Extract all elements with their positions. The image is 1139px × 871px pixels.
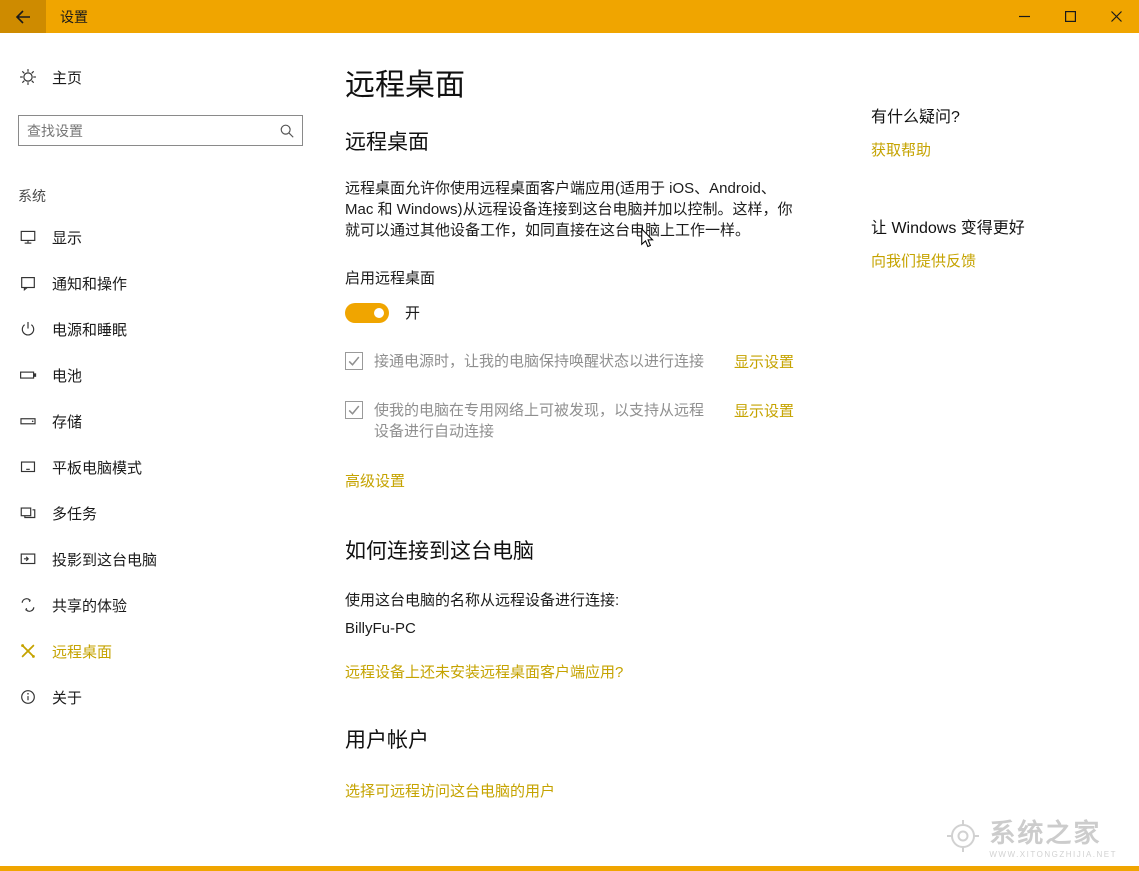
- sidebar-item-label: 显示: [52, 227, 82, 248]
- select-users-link[interactable]: 选择可远程访问这台电脑的用户: [345, 780, 555, 801]
- keep-awake-show-settings-link[interactable]: 显示设置: [734, 351, 794, 372]
- remote-desktop-icon: [18, 642, 38, 660]
- section-user-accounts-title: 用户帐户: [345, 724, 851, 754]
- help-question-title: 有什么疑问?: [871, 103, 1139, 127]
- project-icon: [18, 550, 38, 568]
- notifications-icon: [18, 274, 38, 292]
- remote-desktop-description: 远程桌面允许你使用远程桌面客户端应用(适用于 iOS、Android、Mac 和…: [345, 178, 803, 241]
- discoverable-show-settings-link[interactable]: 显示设置: [734, 400, 794, 421]
- sidebar-item-storage[interactable]: 存储: [0, 398, 320, 444]
- window-title: 设置: [60, 0, 88, 33]
- titlebar: 设置: [0, 0, 1139, 33]
- back-arrow-icon: [15, 10, 31, 24]
- close-icon: [1111, 11, 1122, 22]
- back-button[interactable]: [0, 0, 46, 33]
- power-icon: [18, 320, 38, 338]
- settings-sidebar: 主页 系统 显示: [0, 33, 320, 866]
- page-title: 远程桌面: [345, 60, 851, 104]
- sidebar-item-label: 存储: [52, 411, 82, 432]
- sidebar-item-about[interactable]: 关于: [0, 674, 320, 720]
- check-icon: [347, 354, 361, 368]
- discoverable-row: 使我的电脑在专用网络上可被发现，以支持从远程设备进行自动连接 显示设置: [345, 400, 851, 442]
- sidebar-item-label: 投影到这台电脑: [52, 549, 157, 570]
- sidebar-section-label: 系统: [18, 186, 320, 206]
- sidebar-item-label: 平板电脑模式: [52, 457, 142, 478]
- toggle-row: 开: [345, 302, 851, 323]
- main-content: 远程桌面 远程桌面 远程桌面允许你使用远程桌面客户端应用(适用于 iOS、And…: [320, 33, 871, 866]
- sidebar-item-label: 多任务: [52, 503, 97, 524]
- sidebar-item-label: 电源和睡眠: [52, 319, 127, 340]
- enable-remote-desktop-label: 启用远程桌面: [345, 267, 851, 288]
- watermark-subtitle: WWW.XITONGZHIJIA.NET: [989, 850, 1117, 859]
- sidebar-item-remote-desktop[interactable]: 远程桌面: [0, 628, 320, 674]
- display-icon: [18, 228, 38, 246]
- toggle-state-label: 开: [405, 302, 420, 323]
- section-remote-desktop-title: 远程桌面: [345, 126, 851, 156]
- watermark-logo-icon: [945, 818, 981, 854]
- sidebar-item-home[interactable]: 主页: [0, 57, 320, 97]
- tablet-mode-icon: [18, 458, 38, 476]
- sidebar-item-multitasking[interactable]: 多任务: [0, 490, 320, 536]
- sidebar-item-projecting[interactable]: 投影到这台电脑: [0, 536, 320, 582]
- help-column: 有什么疑问? 获取帮助 让 Windows 变得更好 向我们提供反馈: [871, 33, 1139, 866]
- minimize-icon: [1019, 11, 1030, 22]
- sidebar-nav: 显示 通知和操作 电源和睡眠: [0, 214, 320, 720]
- remote-desktop-toggle[interactable]: [345, 303, 389, 323]
- battery-icon: [18, 366, 38, 384]
- maximize-icon: [1065, 11, 1076, 22]
- gear-icon: [18, 68, 38, 86]
- give-feedback-link[interactable]: 向我们提供反馈: [871, 250, 1139, 271]
- sidebar-item-label: 关于: [52, 687, 82, 708]
- bottom-accent-strip: [0, 866, 1139, 871]
- window-content: 主页 系统 显示: [0, 33, 1139, 866]
- check-icon: [347, 403, 361, 417]
- watermark: 系统之家 WWW.XITONGZHIJIA.NET: [945, 813, 1117, 859]
- discoverable-checkbox[interactable]: [345, 401, 363, 419]
- maximize-button[interactable]: [1047, 0, 1093, 33]
- search-input[interactable]: [19, 123, 272, 139]
- get-help-link[interactable]: 获取帮助: [871, 139, 1139, 160]
- toggle-knob: [374, 308, 384, 318]
- sidebar-item-battery[interactable]: 电池: [0, 352, 320, 398]
- remote-client-app-link[interactable]: 远程设备上还未安装远程桌面客户端应用?: [345, 661, 623, 682]
- keep-awake-label: 接通电源时，让我的电脑保持唤醒状态以进行连接: [374, 351, 706, 372]
- sidebar-item-label: 通知和操作: [52, 273, 127, 294]
- minimize-button[interactable]: [1001, 0, 1047, 33]
- connect-instruction: 使用这台电脑的名称从远程设备进行连接:: [345, 589, 851, 610]
- advanced-settings-link[interactable]: 高级设置: [345, 470, 405, 491]
- discoverable-label: 使我的电脑在专用网络上可被发现，以支持从远程设备进行自动连接: [374, 400, 706, 442]
- keep-awake-row: 接通电源时，让我的电脑保持唤醒状态以进行连接 显示设置: [345, 351, 851, 372]
- settings-window: { "colors": { "accent": "#F0A500", "acce…: [0, 0, 1139, 871]
- sidebar-item-notifications[interactable]: 通知和操作: [0, 260, 320, 306]
- storage-icon: [18, 412, 38, 430]
- search-icon[interactable]: [272, 123, 302, 139]
- keep-awake-checkbox[interactable]: [345, 352, 363, 370]
- pc-name: BillyFu-PC: [345, 620, 851, 637]
- section-how-to-connect-title: 如何连接到这台电脑: [345, 535, 851, 565]
- sidebar-item-display[interactable]: 显示: [0, 214, 320, 260]
- sidebar-item-power-sleep[interactable]: 电源和睡眠: [0, 306, 320, 352]
- shared-experiences-icon: [18, 596, 38, 614]
- sidebar-item-tablet-mode[interactable]: 平板电脑模式: [0, 444, 320, 490]
- titlebar-drag-area[interactable]: [88, 0, 1001, 33]
- multitasking-icon: [18, 504, 38, 522]
- search-box: [18, 115, 303, 146]
- sidebar-item-shared-experiences[interactable]: 共享的体验: [0, 582, 320, 628]
- close-button[interactable]: [1093, 0, 1139, 33]
- about-icon: [18, 688, 38, 706]
- make-windows-better-title: 让 Windows 变得更好: [871, 214, 1139, 238]
- sidebar-item-label: 共享的体验: [52, 595, 127, 616]
- sidebar-item-label: 电池: [52, 365, 82, 386]
- sidebar-item-label: 远程桌面: [52, 641, 112, 662]
- sidebar-home-label: 主页: [52, 67, 82, 88]
- watermark-title: 系统之家: [989, 813, 1117, 850]
